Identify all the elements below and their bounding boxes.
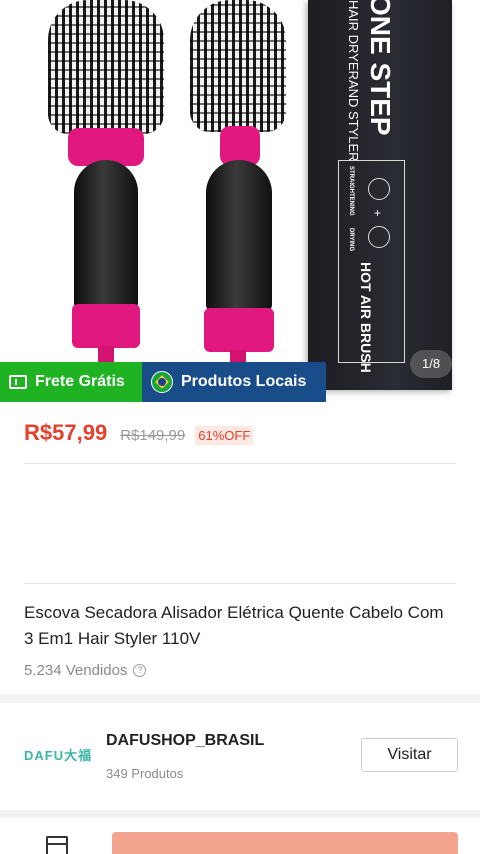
box-dryer-icon xyxy=(368,178,390,200)
box-brand-text: ONE STEP xyxy=(365,0,396,136)
product-title: Escova Secadora Alisador Elétrica Quente… xyxy=(24,603,444,648)
visit-shop-button[interactable]: Visitar xyxy=(361,738,458,772)
free-shipping-label: Frete Grátis xyxy=(35,373,125,390)
box-feature-drying: DRYING xyxy=(348,228,354,252)
info-icon[interactable]: ? xyxy=(133,664,147,677)
local-products-badge: Produtos Locais xyxy=(142,362,326,402)
section-separator xyxy=(0,694,480,703)
box-product-name: HOT AIR BRUSH xyxy=(358,262,374,373)
box-feature-straightening: STRAIGHTENING xyxy=(348,166,354,216)
buy-now-button[interactable] xyxy=(112,832,458,854)
brazil-flag-icon xyxy=(151,371,173,393)
divider xyxy=(24,463,456,464)
shop-product-count: 349 Produtos xyxy=(106,766,184,781)
current-price: R$57,99 xyxy=(24,420,108,445)
local-products-label: Produtos Locais xyxy=(181,373,307,390)
shop-name[interactable]: DAFUSHOP_BRASIL xyxy=(106,732,264,750)
discount-badge: 61%OFF xyxy=(195,426,254,445)
free-shipping-badge: Frete Grátis xyxy=(0,362,142,402)
product-box: ONE STEP HAIR DRYERAND STYLER STRAIGHTEN… xyxy=(308,0,452,390)
sold-count: 5.234 Vendidos ? xyxy=(24,662,147,679)
original-price: R$149,99 xyxy=(120,427,186,444)
divider xyxy=(24,583,456,584)
sold-count-label: 5.234 Vendidos xyxy=(24,662,128,679)
box-brush-icon xyxy=(368,226,390,248)
truck-icon xyxy=(9,375,27,389)
store-icon[interactable] xyxy=(46,836,68,854)
product-image-carousel[interactable]: ONE STEP HAIR DRYERAND STYLER STRAIGHTEN… xyxy=(0,0,480,402)
price-row: R$57,99 R$149,99 61%OFF xyxy=(24,420,254,446)
shop-logo[interactable]: DAFU大福 xyxy=(24,745,92,764)
image-counter: 1/8 xyxy=(410,350,453,378)
box-subtitle-text: HAIR DRYERAND STYLER xyxy=(346,0,361,162)
box-plus-icon: + xyxy=(374,206,382,220)
